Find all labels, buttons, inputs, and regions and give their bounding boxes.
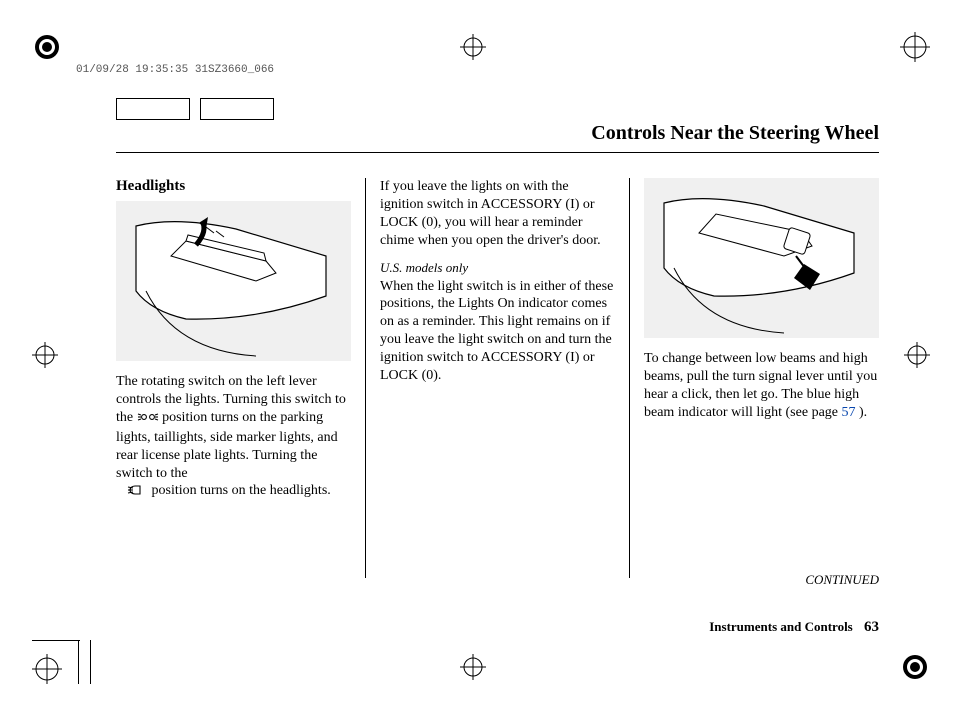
- column-divider: [629, 178, 630, 578]
- illustration-high-beam-lever: [644, 178, 879, 338]
- body-text: If you leave the lights on with the igni…: [380, 178, 615, 250]
- crop-mark: [90, 640, 91, 684]
- subheading-us-models: U.S. models only: [380, 260, 468, 275]
- page-number: 63: [864, 619, 879, 635]
- registration-mark-tr: [900, 32, 930, 62]
- tab-box: [200, 98, 274, 120]
- heading-headlights: Headlights: [116, 178, 351, 195]
- registration-mark-mr: [904, 342, 930, 368]
- registration-mark-bc: [460, 654, 486, 680]
- text: position turns on the headlights.: [152, 483, 331, 498]
- headlights-icon: [126, 484, 148, 502]
- text: ).: [859, 405, 867, 420]
- registration-mark-tc: [460, 34, 486, 60]
- column-3: To change between low beams and high bea…: [644, 178, 879, 578]
- content-columns: Headlights The rotating switch on the le…: [116, 178, 879, 578]
- text: When the light switch is in either of th…: [380, 279, 613, 384]
- column-1: Headlights The rotating switch on the le…: [116, 178, 351, 578]
- illustration-headlight-switch: [116, 201, 351, 361]
- title-rule: [116, 152, 879, 153]
- crop-mark: [32, 640, 80, 641]
- page-footer: Instruments and Controls 63: [709, 619, 879, 636]
- registration-mark-ml: [32, 342, 58, 368]
- crop-mark: [78, 640, 79, 684]
- body-text: U.S. models only When the light switch i…: [380, 260, 615, 385]
- column-divider: [365, 178, 366, 578]
- registration-mark-br: [900, 652, 930, 682]
- tab-box: [116, 98, 190, 120]
- parking-lights-icon: [137, 411, 159, 429]
- body-text: The rotating switch on the left lever co…: [116, 373, 351, 502]
- print-stamp: 01/09/28 19:35:35 31SZ3660_066: [76, 65, 274, 76]
- page-link-57[interactable]: 57: [842, 405, 856, 420]
- footer-section: Instruments and Controls: [709, 619, 853, 634]
- continued-label: CONTINUED: [805, 572, 879, 588]
- registration-mark-tl: [32, 32, 62, 62]
- header-tabs: [116, 98, 274, 120]
- page-title: Controls Near the Steering Wheel: [591, 122, 879, 145]
- registration-mark-bl: [32, 654, 62, 684]
- column-2: If you leave the lights on with the igni…: [380, 178, 615, 578]
- body-text: To change between low beams and high bea…: [644, 350, 879, 422]
